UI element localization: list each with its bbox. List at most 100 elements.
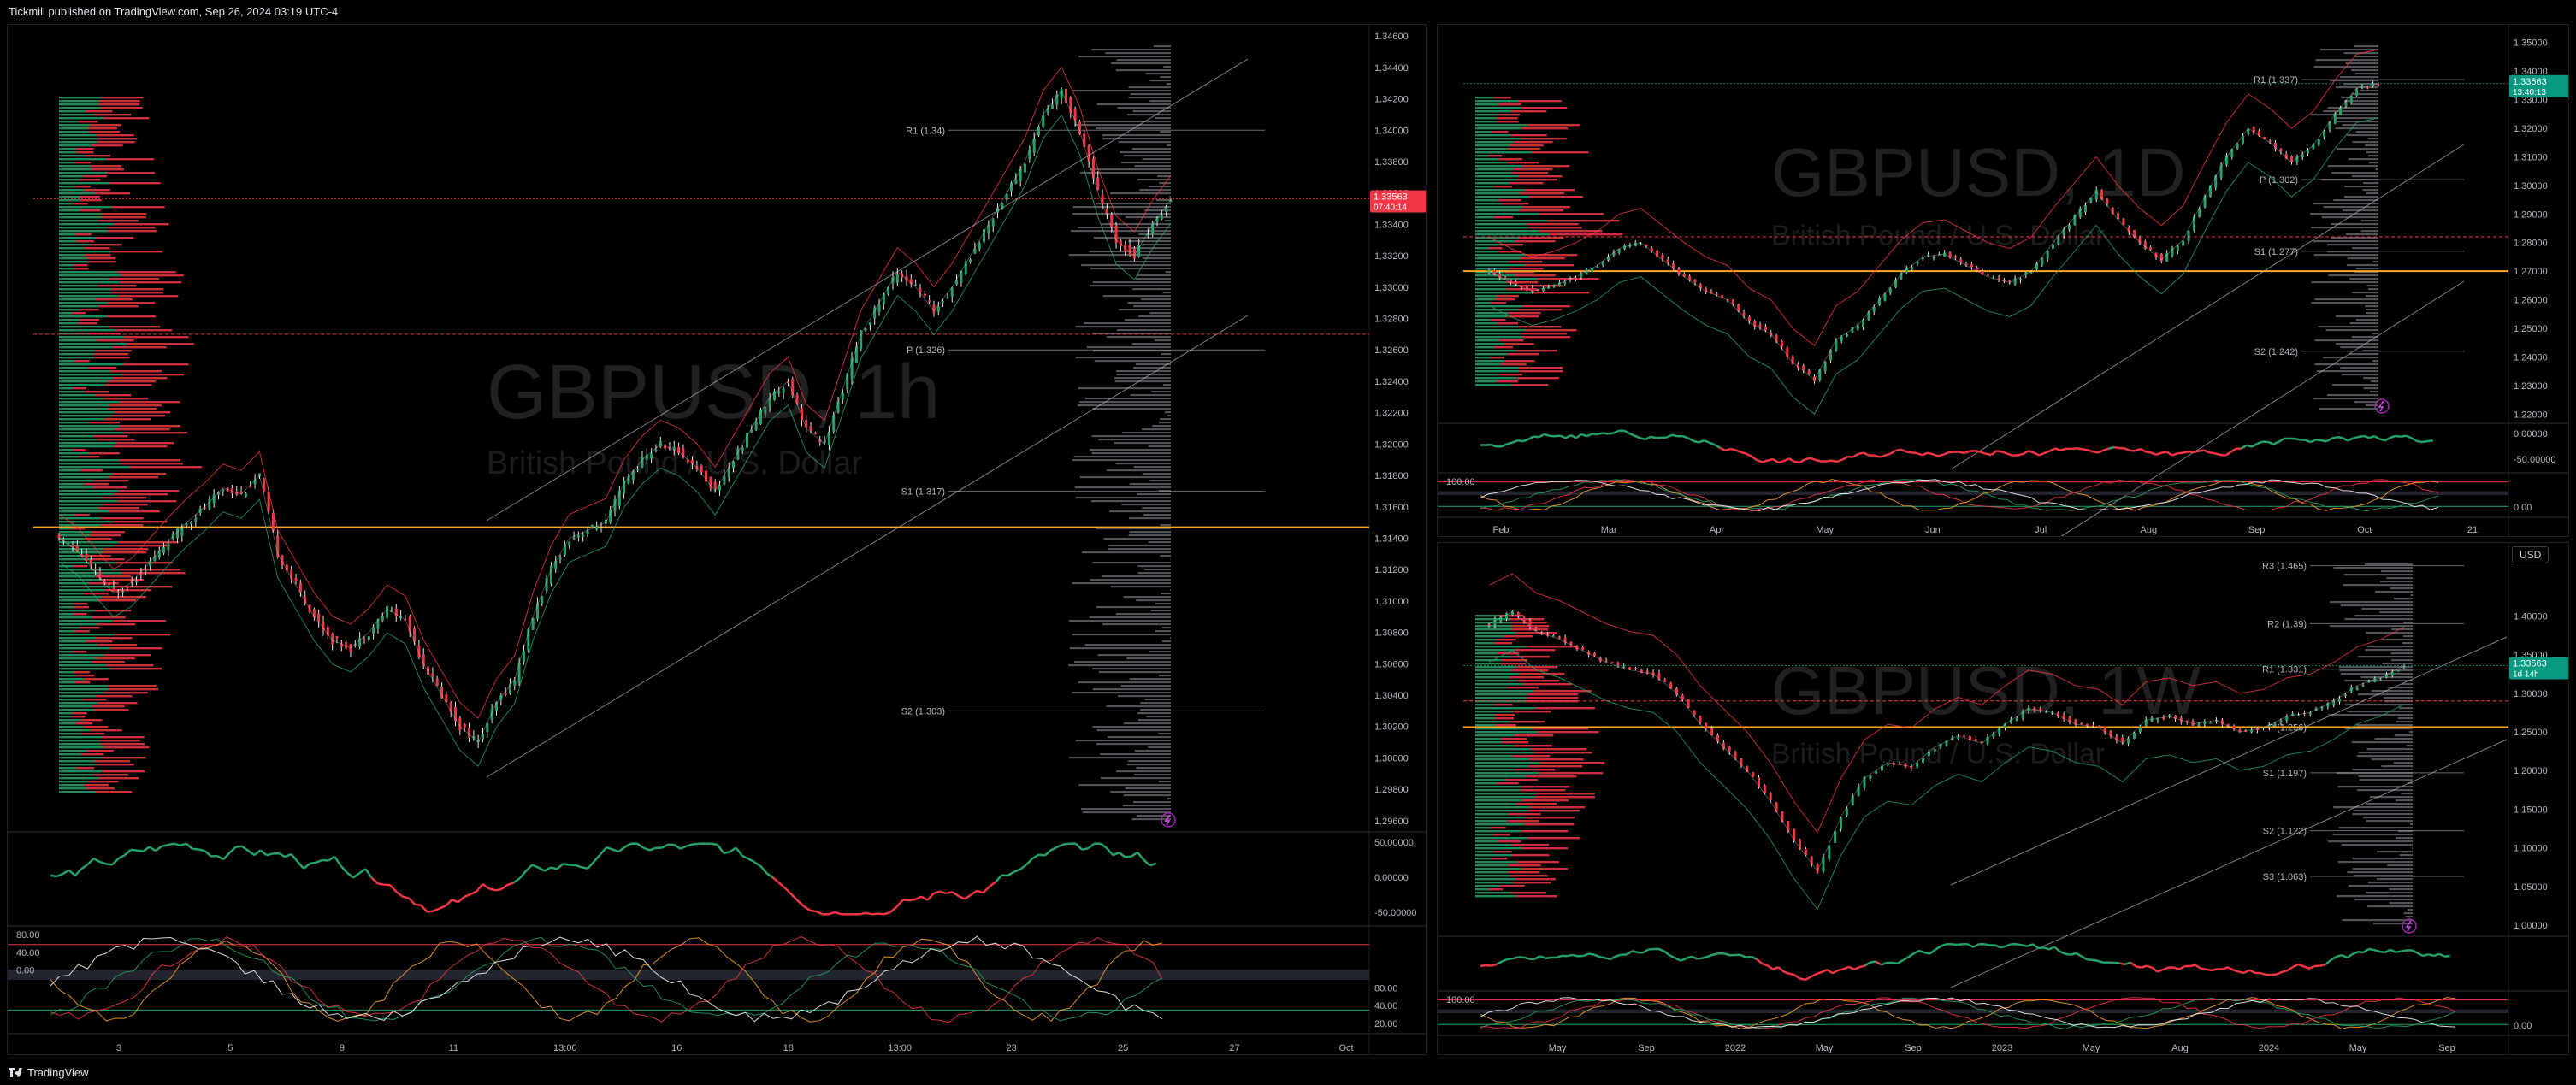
momentum-line <box>2286 965 2294 972</box>
momentum-line <box>2422 439 2428 444</box>
right-volume-bar <box>2323 206 2378 209</box>
right-volume-bar <box>1136 815 1171 817</box>
right-volume-bar <box>1134 165 1171 168</box>
bear-candle <box>1775 334 1778 342</box>
volume-profile-bar <box>1475 687 1508 689</box>
right-volume-bar <box>1091 435 1171 438</box>
volume-profile-bar <box>120 281 182 284</box>
bear-candle <box>1634 668 1637 670</box>
stoch-tick-label: 0.00 <box>2514 503 2532 513</box>
volume-profile-bar <box>1527 693 1579 696</box>
momentum-line <box>2130 961 2137 968</box>
right-volume-bar <box>2366 295 2378 298</box>
bull-candle <box>895 274 899 283</box>
momentum-line <box>284 852 292 858</box>
momentum-line <box>1879 454 1886 458</box>
channel-line <box>1950 739 2508 988</box>
right-volume-bar <box>1082 121 1171 123</box>
volume-profile-bar <box>1475 182 1510 185</box>
right-volume-bar <box>1167 144 1171 147</box>
bull-candle <box>2361 685 2365 687</box>
volume-profile-bar <box>119 490 180 492</box>
volume-profile-bar <box>83 678 109 681</box>
volume-profile-bar <box>101 97 144 99</box>
momentum-line <box>1870 960 1876 964</box>
volume-profile-bar <box>1510 110 1547 113</box>
right-volume-bar <box>2357 693 2413 696</box>
right-volume-bar <box>1075 740 1171 742</box>
right-volume-bar <box>1144 569 1171 571</box>
volume-profile-bar <box>1500 363 1527 366</box>
right-volume-bar <box>2352 141 2378 144</box>
volume-profile-bar <box>59 610 96 612</box>
volume-profile-bar <box>1475 847 1522 850</box>
volume-profile-bar <box>1507 148 1540 150</box>
momentum-line <box>2390 948 2396 953</box>
right-volume-bar <box>1091 452 1171 455</box>
volume-profile-bar <box>74 681 91 684</box>
volume-profile-bar <box>59 770 103 773</box>
volume-profile-bar <box>1475 333 1521 335</box>
momentum-line <box>2139 447 2147 453</box>
right-volume-bar <box>1128 86 1171 89</box>
momentum-line <box>581 866 588 870</box>
momentum-line <box>2319 963 2326 967</box>
momentum-line <box>2271 973 2278 976</box>
right-volume-bar <box>2352 858 2413 860</box>
chart-panel-1w[interactable]: GBPUSD, 1W British Pound / U.S. Dollar 1.4… <box>1437 542 2569 1055</box>
volume-profile-bar <box>1475 851 1494 853</box>
volume-profile-bar <box>59 370 111 373</box>
volume-profile-bar <box>1475 360 1505 363</box>
volume-profile-bar <box>98 220 139 222</box>
right-volume-bar <box>2380 570 2413 573</box>
volume-profile-bar <box>1532 292 1590 294</box>
right-volume-bar <box>1148 746 1171 749</box>
volume-profile-bar <box>113 521 168 523</box>
bull-candle <box>1640 244 1643 245</box>
volume-profile-bar <box>59 719 81 722</box>
chart-panel-1h[interactable]: GBPUSD, 1h British Pound / U.S. Dollar 1.3… <box>7 24 1427 1055</box>
momentum-line <box>2161 451 2167 454</box>
volume-profile-bar <box>1475 755 1513 758</box>
momentum-line <box>2411 949 2419 954</box>
chart-1d[interactable]: GBPUSD, 1DBritish Pound / U.S. Dollar1.3… <box>1438 25 2569 537</box>
bull-candle <box>2379 679 2383 681</box>
right-volume-bar <box>2367 905 2413 908</box>
volume-profile-bar <box>1475 635 1504 638</box>
momentum-line <box>1013 868 1021 873</box>
chart-1h[interactable]: GBPUSD, 1hBritish Pound / U.S. Dollar1.3… <box>8 25 1427 1055</box>
right-volume-bar <box>2360 220 2378 222</box>
momentum-line <box>1496 960 1503 965</box>
momentum-line <box>1650 435 1657 439</box>
volume-profile-bar <box>1515 895 1557 898</box>
volume-profile-bar <box>1527 697 1579 699</box>
right-volume-bar <box>1084 322 1171 325</box>
right-volume-bar <box>1114 442 1171 445</box>
bull-candle <box>2396 670 2400 672</box>
volume-profile-bar <box>73 264 88 267</box>
volume-profile-bar <box>59 668 111 670</box>
momentum-line <box>2384 436 2391 442</box>
volume-profile-bar <box>112 346 167 349</box>
right-volume-bar <box>2349 103 2378 106</box>
currency-button[interactable]: USD <box>2512 546 2549 563</box>
volume-profile-bar <box>113 445 168 448</box>
volume-profile-bar <box>1489 888 1504 891</box>
momentum-line <box>2081 447 2088 451</box>
volume-profile-bar <box>59 244 91 246</box>
volume-profile-bar <box>1495 714 1515 716</box>
momentum-line <box>1821 968 1828 974</box>
chart-panel-1d[interactable]: GBPUSD, 1D British Pound / U.S. Dollar 1.3… <box>1437 24 2569 537</box>
right-volume-bar <box>2328 714 2413 716</box>
momentum-line <box>155 845 162 852</box>
chart-1w[interactable]: GBPUSD, 1WBritish Pound / U.S. Dollar1.4… <box>1438 543 2569 1055</box>
momentum-line <box>766 872 774 879</box>
volume-profile-bar <box>1498 199 1521 202</box>
right-volume-bar <box>2367 882 2413 884</box>
tradingview-logo[interactable]: TradingView <box>9 1066 89 1079</box>
volume-profile-bar <box>1475 148 1508 150</box>
right-volume-bar <box>1153 45 1171 48</box>
volume-profile-bar <box>1527 223 1579 226</box>
bull-candle <box>882 294 885 304</box>
bear-candle <box>1780 340 1783 347</box>
